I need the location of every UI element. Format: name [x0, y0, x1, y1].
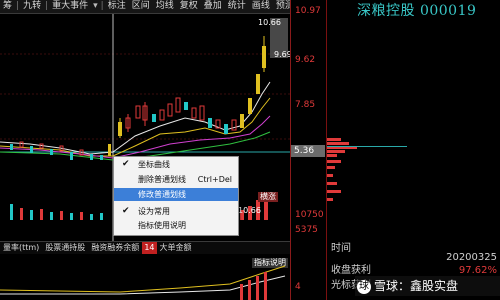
current-price-marker: 5.36 — [291, 145, 325, 157]
price-tick: 9.62 — [295, 55, 316, 65]
menu-item-modify-line[interactable]: 修改普通划线 — [114, 188, 238, 201]
menu-item-axis-curve[interactable]: ✔ 坐标曲线 — [114, 158, 238, 171]
info-label-close-profit: 收盘获利 — [331, 265, 371, 276]
check-icon: ✔ — [122, 206, 130, 216]
volume-tick: 10750 — [295, 210, 324, 220]
toolbar-item-ma[interactable]: 均线 — [153, 0, 177, 13]
badge-label: 横涨 — [258, 192, 278, 202]
xueqiu-watermark: 球雪球：鑫股实盘 — [355, 276, 500, 296]
menu-item-label: 修改普通划线 — [138, 190, 186, 199]
high-price-label: 10.66 — [258, 18, 281, 27]
toolbar-item-overlay[interactable]: 叠加 — [201, 0, 225, 13]
indicator-tick: 4 — [295, 282, 301, 292]
toolbar-item-draw[interactable]: 画线 — [249, 0, 273, 13]
watermark-text: 雪球：鑫股实盘 — [374, 279, 459, 293]
tab-number-badge[interactable]: 14 — [142, 242, 157, 254]
indicator-tabs: 量率(ttm) 股票通持股 融资融券余额 14 大单金额 — [0, 241, 290, 254]
stock-info-panel: 深粮控股 000019 时间 20200325 收盘获利 97.62% 光标获利 — [326, 0, 500, 300]
price-tick: 7.85 — [295, 100, 316, 110]
chip-distribution-chart — [327, 138, 407, 201]
toolbar-item-range[interactable]: 区间 — [129, 0, 153, 13]
toolbar-item-stats[interactable]: 统计 — [225, 0, 249, 13]
toolbar-item-major-events[interactable]: 重大事件 — [49, 0, 91, 13]
toolbar-item-forecast[interactable]: 预测 — [273, 0, 290, 13]
menu-item-label: 坐标曲线 — [138, 160, 170, 169]
stock-title: 深粮控股 000019 — [357, 3, 477, 19]
toolbar-item-chips[interactable]: 筹 — [0, 0, 15, 13]
tab-large-orders[interactable]: 大单金额 — [157, 242, 195, 254]
tab-margin-balance[interactable]: 融资融券余额 — [88, 242, 142, 254]
check-icon: ✔ — [122, 159, 130, 169]
volume-tick: 5375 — [295, 225, 318, 235]
menu-item-shortcut: Ctrl+Del — [197, 175, 232, 184]
toolbar-item-annotate[interactable]: 标注 — [105, 0, 129, 13]
menu-item-indicator-help[interactable]: 指标使用说明 — [114, 219, 238, 232]
price-tick: 10.97 — [295, 6, 321, 16]
chevron-down-icon[interactable]: ▾ — [91, 0, 100, 13]
menu-item-label: 删除普通划线 — [138, 175, 186, 184]
info-value-date: 20200325 — [446, 252, 497, 263]
menu-item-delete-line[interactable]: 删除普通划线 Ctrl+Del — [114, 173, 238, 186]
tab-connect-holdings[interactable]: 股票通持股 — [42, 242, 88, 254]
chart-toolbar: 筹|九转|重大事件▾|标注区间均线复权叠加统计画线预测▾ — [0, 0, 290, 14]
menu-item-label: 指标使用说明 — [138, 221, 186, 230]
volume-high-label: 10.66 — [238, 206, 261, 215]
tab-pe-ttm[interactable]: 量率(ttm) — [0, 242, 42, 254]
price-axis: 10.97 9.62 7.85 5.36 10750 5375 4 — [290, 0, 326, 300]
toolbar-item-nine-turn[interactable]: 九转 — [20, 0, 44, 13]
ma-line-white — [0, 81, 271, 155]
info-label-time: 时间 — [331, 243, 351, 254]
chart-context-menu: ✔ 坐标曲线 删除普通划线 Ctrl+Del 修改普通划线 ✔ 设为常用 指标使… — [113, 156, 239, 236]
candles — [10, 36, 266, 160]
indicator-chart[interactable] — [0, 254, 290, 300]
toolbar-item-adjust[interactable]: 复权 — [177, 0, 201, 13]
menu-item-set-common[interactable]: ✔ 设为常用 — [114, 205, 238, 218]
snowball-logo-icon: 球 — [357, 279, 371, 294]
menu-item-label: 设为常用 — [138, 207, 170, 216]
